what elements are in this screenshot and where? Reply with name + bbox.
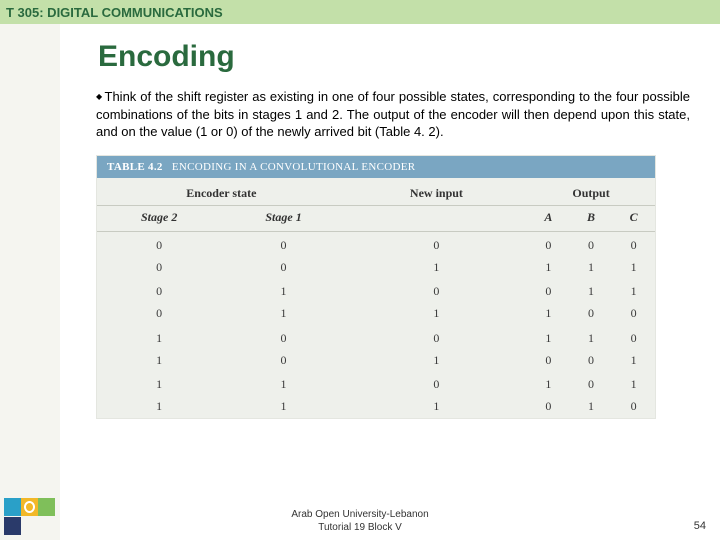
cell: 1 [221,278,345,303]
slide-content: Encoding ◆Think of the shift register as… [70,30,700,419]
header-bar: T 305: DIGITAL COMMUNICATIONS [0,0,720,24]
cell: 1 [221,371,345,396]
cell: 1 [97,325,221,350]
cell: 0 [612,325,655,350]
slide-title: Encoding [70,30,700,88]
cell: 0 [221,231,345,256]
cell: 0 [221,325,345,350]
table-row: 001111 [97,256,655,278]
cell: 1 [612,371,655,396]
cell: 0 [527,349,570,371]
cell: 0 [97,278,221,303]
footer-line2: Tutorial 19 Block V [0,522,720,535]
cell: 1 [570,256,613,278]
table-row: 011100 [97,303,655,325]
table-body: 000000 001111 010011 011100 100110 10100… [97,231,655,418]
cell: 1 [97,371,221,396]
table-header-row-2: Stage 2 Stage 1 A B C [97,205,655,231]
footer-line1: Arab Open University-Lebanon [0,509,720,522]
cell: 1 [612,256,655,278]
cell: 1 [527,256,570,278]
cell: 0 [570,303,613,325]
table-caption-text: ENCODING IN A CONVOLUTIONAL ENCODER [172,161,416,173]
col-blank [346,205,527,231]
paragraph-text: Think of the shift register as existing … [96,89,690,139]
cell: 1 [221,303,345,325]
cell: 0 [527,278,570,303]
cell: 1 [570,325,613,350]
table-row: 100110 [97,325,655,350]
cell: 1 [527,325,570,350]
course-code: T 305: DIGITAL COMMUNICATIONS [6,5,223,20]
col-b: B [570,205,613,231]
cell: 1 [527,303,570,325]
cell: 0 [612,396,655,418]
cell: 0 [570,231,613,256]
cell: 0 [97,231,221,256]
col-new-input: New input [346,178,527,206]
cell: 1 [346,396,527,418]
bullet-icon: ◆ [96,92,103,101]
cell: 0 [97,303,221,325]
cell: 1 [97,349,221,371]
cell: 0 [346,278,527,303]
col-stage2: Stage 2 [97,205,221,231]
table-row: 101001 [97,349,655,371]
cell: 1 [346,256,527,278]
col-stage1: Stage 1 [221,205,345,231]
col-output: Output [527,178,655,206]
cell: 1 [221,396,345,418]
cell: 0 [97,256,221,278]
table-row: 111010 [97,396,655,418]
table-row: 000000 [97,231,655,256]
col-a: A [527,205,570,231]
cell: 1 [612,278,655,303]
cell: 0 [570,349,613,371]
side-strip [0,24,60,540]
cell: 1 [346,349,527,371]
cell: 1 [527,371,570,396]
cell: 0 [527,396,570,418]
cell: 0 [570,371,613,396]
cell: 0 [346,325,527,350]
table-row: 110101 [97,371,655,396]
body-paragraph: ◆Think of the shift register as existing… [70,88,700,141]
encoding-table: TABLE 4.2 ENCODING IN A CONVOLUTIONAL EN… [96,155,656,419]
cell: 0 [346,231,527,256]
cell: 0 [346,371,527,396]
cell: 1 [612,349,655,371]
page-number: 54 [694,520,706,532]
col-c: C [612,205,655,231]
cell: 0 [221,256,345,278]
cell: 0 [612,303,655,325]
cell: 0 [612,231,655,256]
table-caption: TABLE 4.2 ENCODING IN A CONVOLUTIONAL EN… [97,156,655,178]
col-encoder-state: Encoder state [97,178,346,206]
table-grid: Encoder state New input Output Stage 2 S… [97,178,655,418]
cell: 1 [570,396,613,418]
table-header-row-1: Encoder state New input Output [97,178,655,206]
cell: 0 [527,231,570,256]
table-number: TABLE 4.2 [107,161,163,173]
footer: Arab Open University-Lebanon Tutorial 19… [0,509,720,534]
cell: 1 [570,278,613,303]
cell: 1 [346,303,527,325]
table-row: 010011 [97,278,655,303]
cell: 1 [97,396,221,418]
cell: 0 [221,349,345,371]
